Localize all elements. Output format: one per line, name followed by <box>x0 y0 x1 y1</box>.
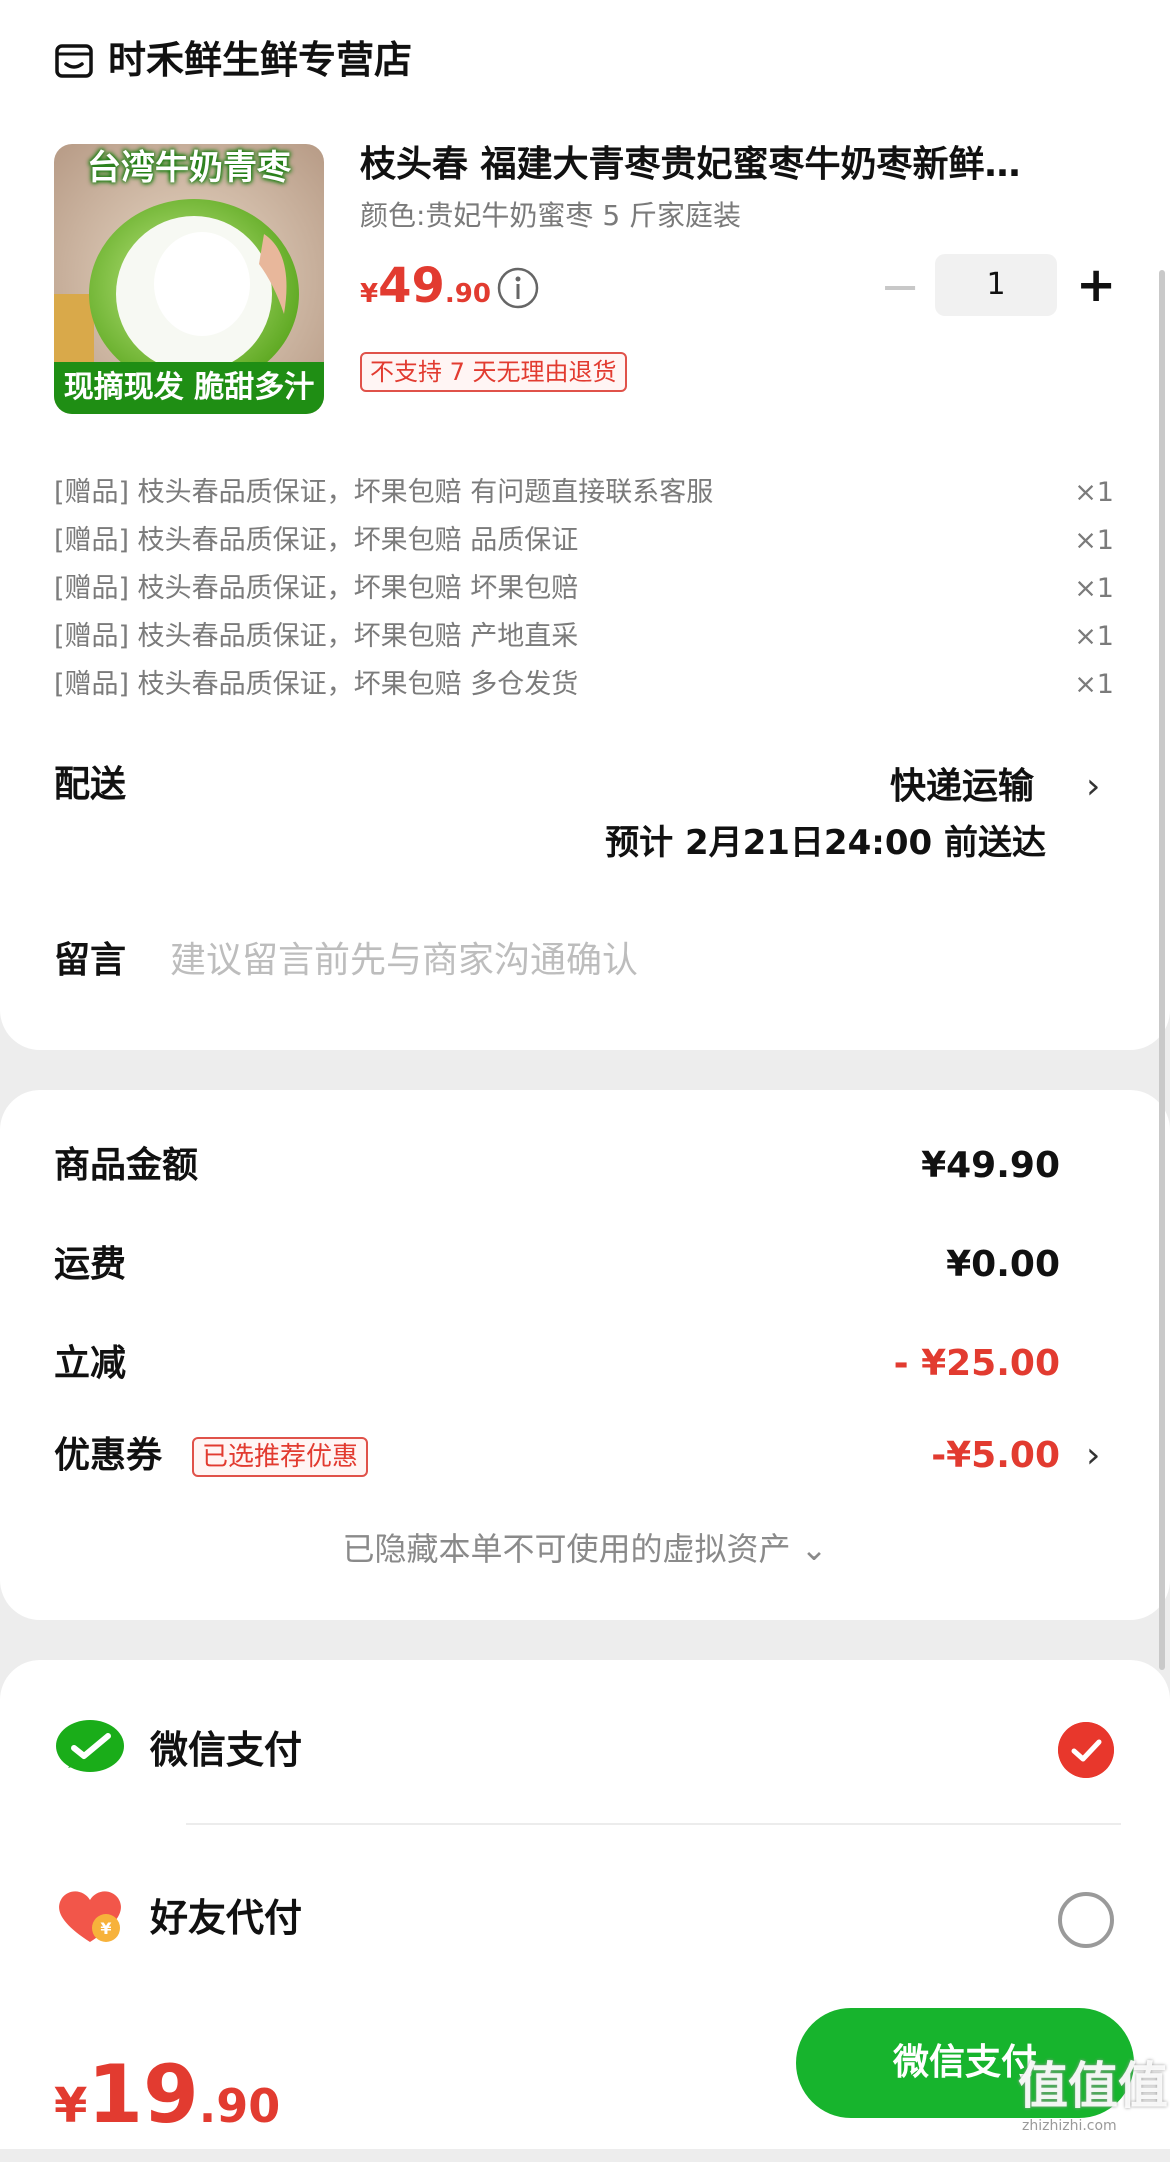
gift-item: [赠品] 枝头春品质保证，坏果包赔 品质保证 ×1 <box>54 518 1114 564</box>
message-input[interactable] <box>170 935 970 987</box>
selected-check-icon[interactable] <box>1058 1722 1114 1778</box>
coupon-label[interactable]: 优惠券 <box>54 1430 162 1482</box>
gift-text: [赠品] 枝头春品质保证，坏果包赔 多仓发货 <box>54 669 579 700</box>
gift-item: [赠品] 枝头春品质保证，坏果包赔 坏果包赔 ×1 <box>54 566 1114 612</box>
friend-pay-icon: ¥ <box>59 1891 121 1942</box>
product-image-caption: 现摘现发 脆甜多汁 <box>54 362 324 414</box>
message-label: 留言 <box>54 940 127 981</box>
payment-option-label: 微信支付 <box>150 1728 303 1772</box>
gift-text: [赠品] 枝头春品质保证，坏果包赔 有问题直接联系客服 <box>54 477 714 508</box>
gift-item: [赠品] 枝头春品质保证，坏果包赔 多仓发货 ×1 <box>54 662 1114 708</box>
quantity-decrease-button[interactable]: − <box>880 262 920 312</box>
quantity-increase-button[interactable]: + <box>1076 258 1116 312</box>
discount-label: 立减 <box>54 1343 127 1384</box>
scrollbar[interactable] <box>1159 270 1165 1670</box>
svg-text:¥: ¥ <box>100 1919 111 1938</box>
product-image-banner: 台湾牛奶青枣 <box>87 148 291 188</box>
total-integer: 19 <box>87 2048 199 2141</box>
gift-quantity: ×1 <box>1074 573 1114 604</box>
gift-item: [赠品] 枝头春品质保证，坏果包赔 有问题直接联系客服 ×1 <box>54 470 1114 516</box>
product-price: ¥49.90 <box>360 256 491 327</box>
chevron-right-icon[interactable]: › <box>1086 762 1100 812</box>
gift-item: [赠品] 枝头春品质保证，坏果包赔 产地直采 ×1 <box>54 614 1114 660</box>
total-decimal: .90 <box>198 2079 281 2133</box>
order-item-card: 时禾鲜生鲜专营店 台湾牛奶青枣 现摘现发 脆甜多汁 枝头春 福建大青枣贵妃蜜枣牛… <box>0 0 1170 1050</box>
gift-text: [赠品] 枝头春品质保证，坏果包赔 品质保证 <box>54 525 579 556</box>
payment-option-label: 好友代付 <box>150 1896 303 1940</box>
quantity-value[interactable]: 1 <box>935 254 1057 316</box>
shipping-method[interactable]: 快递运输 <box>890 762 1034 812</box>
unselected-radio-icon[interactable] <box>1058 1892 1114 1948</box>
payment-option-friend[interactable]: ¥ 好友代付 <box>0 1870 1170 1970</box>
goods-amount-label: 商品金额 <box>54 1145 199 1186</box>
product-spec[interactable]: 颜色:贵妃牛奶蜜枣 5 斤家庭装 <box>360 196 741 236</box>
coupon-badge[interactable]: 已选推荐优惠 <box>192 1437 369 1477</box>
gift-quantity: ×1 <box>1074 525 1114 556</box>
watermark-url: zhizhizhi.com <box>1022 2118 1117 2134</box>
total-price: ¥19.90 <box>54 2050 280 2162</box>
gift-quantity: ×1 <box>1074 669 1114 700</box>
wechat-pay-icon <box>56 1720 124 1772</box>
freight-label: 运费 <box>54 1244 127 1285</box>
product-image[interactable]: 台湾牛奶青枣 现摘现发 脆甜多汁 <box>54 144 324 414</box>
gift-quantity: ×1 <box>1074 621 1114 652</box>
goods-amount-value: ¥49.90 <box>921 1145 1060 1186</box>
gift-text: [赠品] 枝头春品质保证，坏果包赔 坏果包赔 <box>54 573 579 604</box>
chevron-right-icon[interactable]: › <box>1086 1430 1100 1482</box>
shipping-label: 配送 <box>54 764 127 805</box>
info-icon[interactable] <box>496 266 540 310</box>
gift-text: [赠品] 枝头春品质保证，坏果包赔 产地直采 <box>54 621 579 652</box>
hidden-assets-toggle[interactable]: 已隐藏本单不可使用的虚拟资产 ⌄ <box>0 1524 1170 1574</box>
delivery-estimate: 预计 2月21日24:00 前送达 <box>605 823 1046 863</box>
discount-value: - ¥25.00 <box>893 1343 1060 1384</box>
price-integer: 49 <box>378 258 445 314</box>
divider <box>186 1823 1121 1825</box>
payment-option-wechat[interactable]: 微信支付 <box>0 1700 1170 1800</box>
return-policy-badge: 不支持 7 天无理由退货 <box>360 352 627 392</box>
price-decimal: .90 <box>444 279 491 309</box>
product-title[interactable]: 枝头春 福建大青枣贵妃蜜枣牛奶枣新鲜… <box>360 140 1090 190</box>
total-symbol: ¥ <box>54 2078 88 2134</box>
price-symbol: ¥ <box>360 279 379 309</box>
store-icon <box>55 44 93 78</box>
coupon-value[interactable]: -¥5.00 <box>931 1430 1060 1482</box>
freight-value: ¥0.00 <box>946 1244 1060 1285</box>
watermark: 值值值 <box>1018 2057 1168 2115</box>
store-name[interactable]: 时禾鲜生鲜专营店 <box>108 34 412 86</box>
gift-quantity: ×1 <box>1074 477 1114 508</box>
